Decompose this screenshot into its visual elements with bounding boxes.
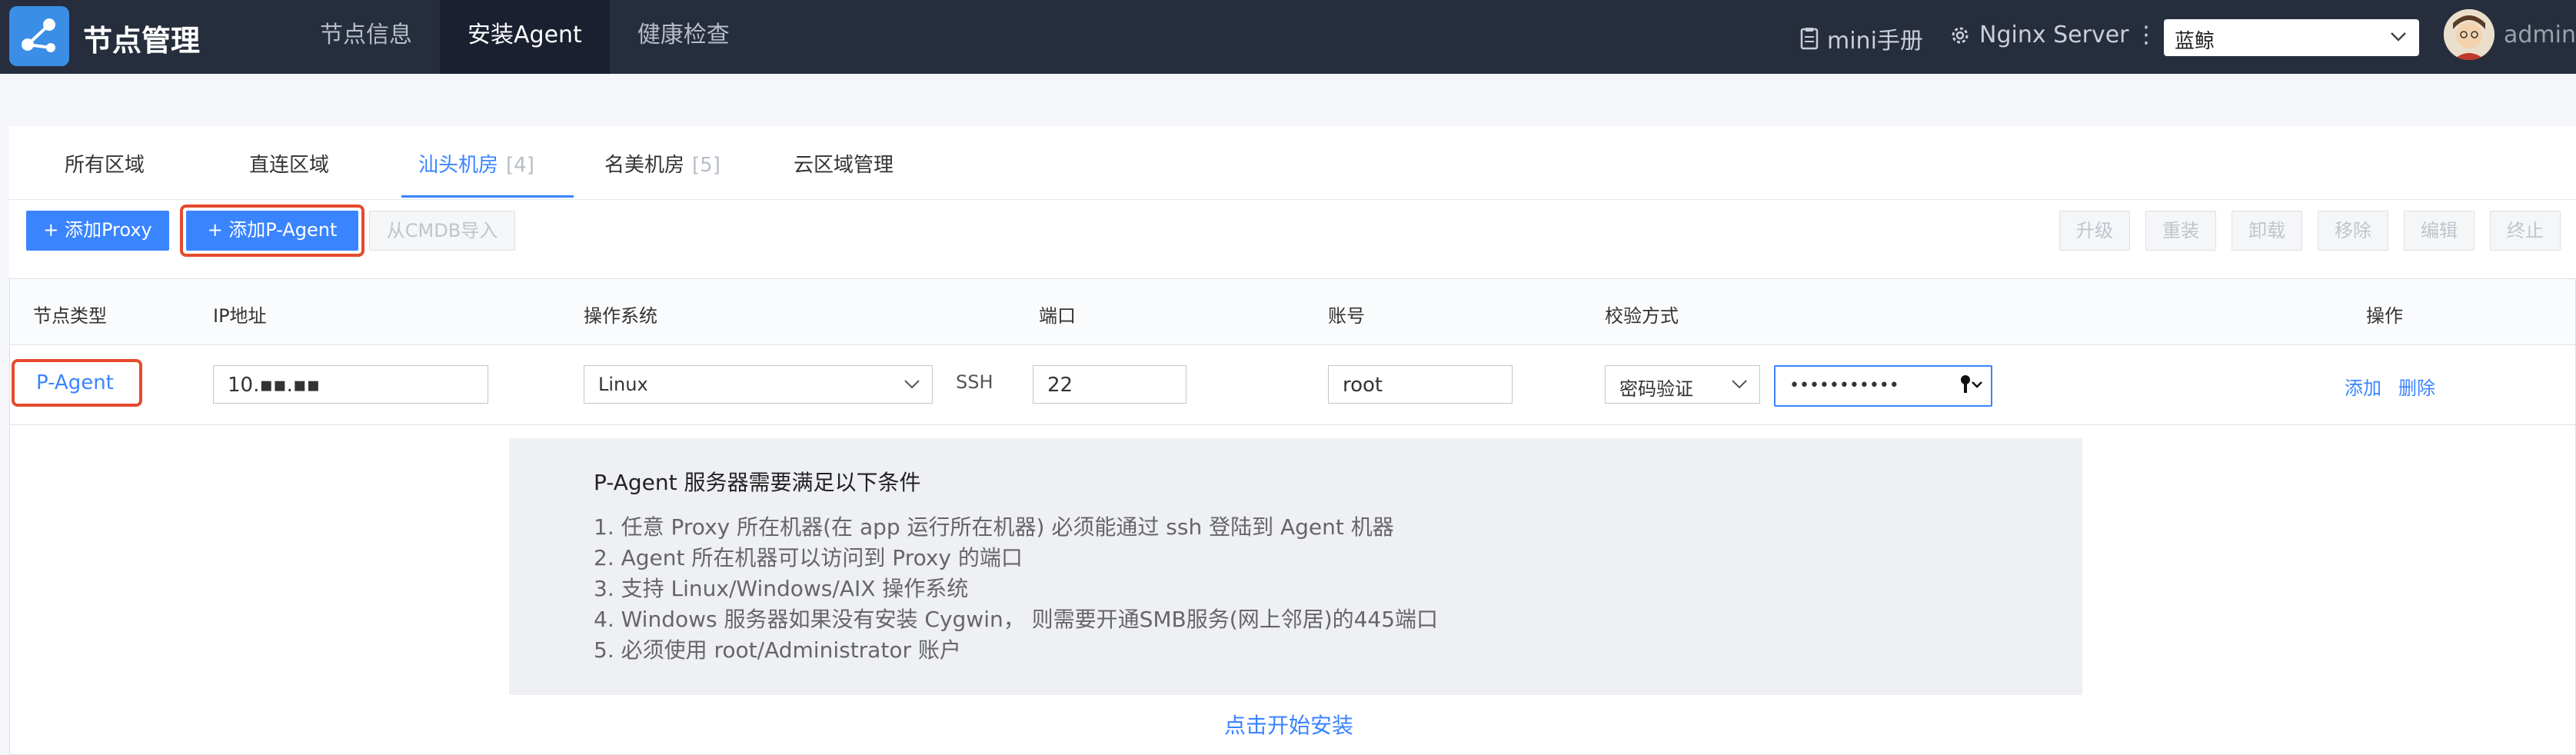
tab-label: 名美机房 (604, 154, 685, 177)
upgrade-button[interactable]: 升级 (2059, 211, 2130, 251)
manual-link[interactable]: mini手册 (1799, 22, 1923, 55)
gear-icon (1952, 27, 1969, 43)
top-nav: 节点信息 安装Agent 健康检查 (292, 0, 757, 74)
terminate-button[interactable]: 终止 (2490, 211, 2561, 251)
chevron-down-icon (1732, 380, 1747, 389)
key-icon (1961, 375, 1970, 393)
auth-method-select[interactable]: 密码验证 (1605, 365, 1760, 404)
reinstall-button[interactable]: 重装 (2145, 211, 2216, 251)
table-header: 节点类型 IP地址 操作系统 端口 账号 校验方式 操作 (10, 279, 2575, 345)
server-link[interactable]: Nginx Server (1949, 22, 2129, 48)
more-menu-icon[interactable]: ⋮ (2135, 22, 2158, 48)
protocol-label: SSH (956, 371, 993, 393)
account-input[interactable]: root (1328, 365, 1513, 404)
add-p-agent-button[interactable]: + 添加P-Agent (186, 211, 358, 251)
chevron-down-icon (2391, 32, 2406, 42)
manual-icon (1800, 28, 1819, 50)
col-actions: 操作 (2366, 305, 2403, 327)
top-header: 节点管理 节点信息 安装Agent 健康检查 mini手册 Nginx Serv… (0, 0, 2576, 74)
remove-button[interactable]: 移除 (2318, 211, 2388, 251)
os-value: Linux (598, 374, 648, 395)
tab-shantou[interactable]: 汕头机房 [4] (418, 149, 534, 178)
requirement-item: 4. Windows 服务器如果没有安装 Cygwin， 则需要开通SMB服务(… (594, 607, 1439, 632)
requirement-item: 3. 支持 Linux/Windows/AIX 操作系统 (594, 576, 969, 601)
password-autofill[interactable] (1960, 374, 1983, 394)
requirement-item: 2. Agent 所在机器可以访问到 Proxy 的端口 (594, 545, 1023, 570)
server-label: Nginx Server (1979, 22, 2129, 48)
requirements-title: P-Agent 服务器需要满足以下条件 (594, 470, 921, 495)
import-cmdb-button[interactable]: 从CMDB导入 (369, 211, 515, 251)
chevron-down-icon (904, 380, 920, 389)
app-logo-icon[interactable] (9, 6, 69, 66)
port-input[interactable]: 22 (1033, 365, 1186, 404)
active-tab-indicator (401, 195, 574, 198)
col-node-type: 节点类型 (33, 305, 107, 327)
tab-cloud-region-mgmt[interactable]: 云区域管理 (794, 149, 894, 178)
col-os: 操作系统 (584, 305, 657, 327)
col-account: 账号 (1328, 305, 1365, 327)
username[interactable]: admin (2504, 22, 2576, 48)
manual-label: mini手册 (1827, 28, 1923, 55)
requirements-box: P-Agent 服务器需要满足以下条件 1. 任意 Proxy 所在机器(在 a… (509, 438, 2082, 695)
tab-label: 汕头机房 (418, 154, 499, 177)
password-input[interactable]: ••••••••••• (1774, 365, 1992, 407)
tab-count: [5] (692, 154, 721, 177)
col-ip: IP地址 (213, 305, 267, 327)
business-select[interactable]: 蓝鲸 (2164, 19, 2419, 56)
nav-install-agent[interactable]: 安装Agent (440, 0, 610, 74)
port-value: 22 (1047, 374, 1073, 397)
uninstall-button[interactable]: 卸载 (2232, 211, 2302, 251)
auth-method-value: 密码验证 (1619, 378, 1693, 400)
tab-count: [4] (506, 154, 534, 177)
requirement-item: 1. 任意 Proxy 所在机器(在 app 运行所在机器) 必须能通过 ssh… (594, 514, 1394, 540)
ip-value: 10.▪▪.▪▪ (228, 374, 321, 397)
table-row: P-Agent 10.▪▪.▪▪ Linux SSH 22 root 密码验证 … (10, 345, 2575, 425)
password-value: ••••••••••• (1789, 376, 1899, 395)
tab-all-regions[interactable]: 所有区域 (65, 149, 145, 178)
business-select-value: 蓝鲸 (2175, 30, 2215, 53)
delete-row-link[interactable]: 删除 (2398, 373, 2435, 400)
app-title: 节点管理 (83, 24, 201, 58)
tab-mingmei[interactable]: 名美机房 [5] (604, 149, 721, 178)
add-proxy-button[interactable]: + 添加Proxy (26, 211, 169, 251)
os-select[interactable]: Linux (584, 365, 933, 404)
nav-health-check[interactable]: 健康检查 (610, 0, 757, 74)
account-value: root (1343, 374, 1383, 397)
add-row-link[interactable]: 添加 (2345, 373, 2381, 400)
region-tabs: 所有区域 直连区域 汕头机房 [4] 名美机房 [5] 云区域管理 (9, 126, 2576, 200)
avatar[interactable] (2444, 9, 2494, 60)
col-port: 端口 (1039, 305, 1076, 327)
nav-node-info[interactable]: 节点信息 (292, 0, 440, 74)
edit-button[interactable]: 编辑 (2404, 211, 2474, 251)
main-panel: 所有区域 直连区域 汕头机房 [4] 名美机房 [5] 云区域管理 + 添加Prox… (9, 126, 2576, 755)
start-install-link[interactable]: 点击开始安装 (1224, 709, 1353, 740)
chevron-down-icon (1972, 381, 1982, 388)
ip-input[interactable]: 10.▪▪.▪▪ (213, 365, 488, 404)
tab-direct-region[interactable]: 直连区域 (249, 149, 329, 178)
requirement-item: 5. 必须使用 root/Administrator 账户 (594, 637, 961, 663)
col-auth: 校验方式 (1605, 305, 1679, 327)
node-type-value[interactable]: P-Agent (36, 371, 114, 394)
